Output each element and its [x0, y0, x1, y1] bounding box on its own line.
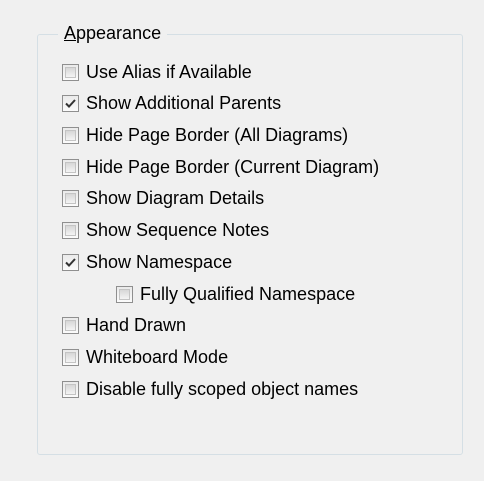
checkbox-label: Use Alias if Available	[86, 62, 252, 82]
appearance-group-title: Appearance	[58, 21, 168, 45]
checkbox-box[interactable]	[62, 126, 79, 144]
options-panel: Appearance Use Alias if Available Show A…	[0, 0, 484, 481]
checkbox-label: Show Additional Parents	[86, 93, 282, 113]
checkbox-label: Show Sequence Notes	[86, 220, 270, 240]
hide-page-border-current-checkbox[interactable]: Hide Page Border (Current Diagram)	[62, 155, 379, 179]
show-diagram-details-checkbox[interactable]: Show Diagram Details	[62, 186, 264, 210]
checkbox-label: Hand Drawn	[86, 315, 187, 335]
checkbox-box[interactable]	[62, 316, 79, 334]
hide-page-border-all-checkbox[interactable]: Hide Page Border (All Diagrams)	[62, 123, 348, 147]
checkmark-icon	[65, 257, 76, 267]
appearance-title-rest: ppearance	[76, 23, 162, 43]
checkbox-box[interactable]	[62, 189, 79, 207]
checkbox-label: Show Namespace	[86, 252, 233, 272]
whiteboard-mode-checkbox[interactable]: Whiteboard Mode	[62, 345, 228, 369]
checkbox-label: Hide Page Border (All Diagrams)	[86, 125, 349, 145]
checkbox-label: Whiteboard Mode	[86, 347, 229, 367]
appearance-title-mnemonic: A	[64, 23, 77, 43]
hand-drawn-checkbox[interactable]: Hand Drawn	[62, 313, 186, 337]
show-additional-parents-checkbox[interactable]: Show Additional Parents	[62, 91, 281, 115]
checkbox-box[interactable]	[62, 94, 79, 112]
checkbox-box[interactable]	[62, 380, 79, 398]
fully-qualified-namespace-checkbox[interactable]: Fully Qualified Namespace	[116, 282, 355, 306]
checkbox-box[interactable]	[62, 253, 79, 271]
checkbox-box[interactable]	[62, 158, 79, 176]
checkbox-box[interactable]	[62, 63, 79, 81]
show-sequence-notes-checkbox[interactable]: Show Sequence Notes	[62, 218, 269, 242]
checkbox-label: Hide Page Border (Current Diagram)	[86, 157, 380, 177]
checkbox-box[interactable]	[62, 221, 79, 239]
disable-scoped-names-checkbox[interactable]: Disable fully scoped object names	[62, 377, 358, 401]
checkbox-label: Show Diagram Details	[86, 188, 265, 208]
checkmark-icon	[65, 98, 76, 108]
checkbox-box[interactable]	[62, 348, 79, 366]
use-alias-checkbox[interactable]: Use Alias if Available	[62, 60, 252, 84]
checkbox-label: Disable fully scoped object names	[86, 379, 359, 399]
show-namespace-checkbox[interactable]: Show Namespace	[62, 250, 232, 274]
checkbox-box[interactable]	[116, 285, 133, 303]
checkbox-label: Fully Qualified Namespace	[140, 284, 356, 304]
